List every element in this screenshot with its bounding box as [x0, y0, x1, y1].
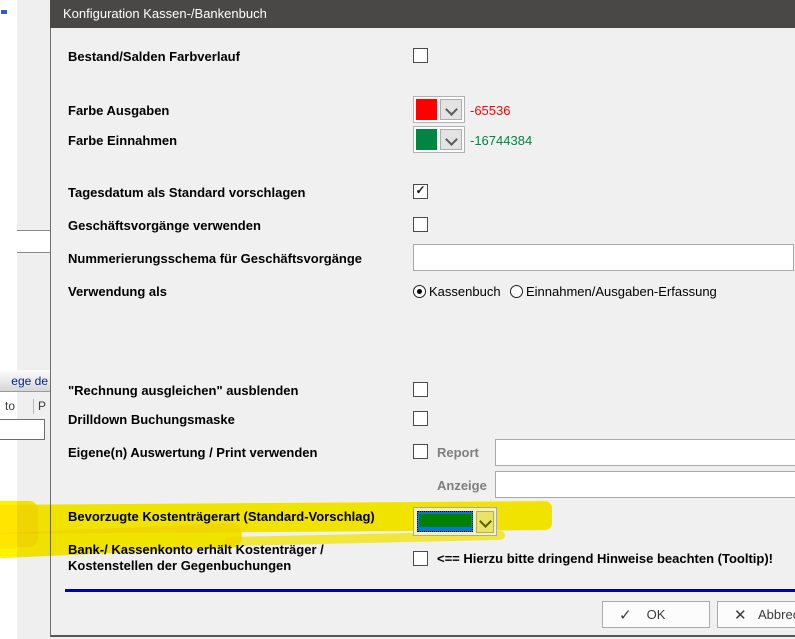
hint-tooltip-text: <== Hierzu bitte dringend Hinweise beach… [437, 551, 773, 566]
label-bevorzugte-kostentraegerart: Bevorzugte Kostenträgerart (Standard-Vor… [68, 509, 375, 524]
checkbox-rechnung-ausgleichen[interactable] [413, 382, 428, 397]
value-farbe-einnahmen: -16744384 [470, 133, 532, 148]
radio-label-einnahmen-ausgaben[interactable]: Einnahmen/Ausgaben-Erfassung [526, 284, 717, 299]
dialog-titlebar[interactable]: Konfiguration Kassen-/Bankenbuch [50, 0, 795, 28]
radio-label-kassenbuch[interactable]: Kassenbuch [429, 284, 501, 299]
label-farbe-ausgaben: Farbe Ausgaben [68, 103, 169, 118]
background-left-panel [0, 0, 17, 639]
color-picker-einnahmen[interactable] [413, 126, 465, 153]
column-separator [33, 399, 34, 414]
radio-einnahmen-ausgaben[interactable] [510, 285, 523, 298]
label-line1: Bank-/ Kassenkonto erhält Kostenträger / [68, 542, 324, 557]
label-verwendung-als: Verwendung als [68, 284, 167, 299]
label-farbe-einnahmen: Farbe Einnahmen [68, 133, 177, 148]
close-icon: ✕ [734, 606, 747, 624]
background-column-header: to P [0, 398, 50, 415]
color-swatch-green [419, 514, 471, 527]
checkbox-eigene-auswertung[interactable] [413, 444, 428, 459]
label-rechnung-ausgleichen: "Rechnung ausgleichen" ausblenden [68, 383, 298, 398]
background-row [0, 231, 50, 252]
radio-kassenbuch[interactable] [413, 285, 426, 298]
kostentraegerart-combobox[interactable] [413, 507, 497, 536]
cancel-button-label: Abbrechen [758, 607, 795, 622]
column-header-text: to [5, 398, 15, 415]
label-geschaeftsvorgaenge: Geschäftsvorgänge verwenden [68, 218, 261, 233]
chevron-down-icon [445, 133, 458, 146]
selected-color-item [417, 511, 473, 532]
dropdown-button[interactable] [476, 511, 494, 533]
label-eigene-auswertung: Eigene(n) Auswertung / Print verwenden [68, 445, 317, 460]
label-anzeige: Anzeige [437, 478, 487, 493]
report-input[interactable] [495, 439, 795, 466]
label-report: Report [437, 445, 479, 460]
color-picker-ausgaben[interactable] [413, 96, 465, 123]
screenshot-canvas: ege de to P Konfiguration Kassen-/Banken… [0, 0, 795, 639]
anzeige-input[interactable] [495, 471, 795, 498]
background-tab[interactable]: ege de [0, 370, 50, 392]
chevron-down-icon [445, 103, 458, 116]
color-swatch-red [416, 99, 437, 120]
checkmark-icon: ✓ [415, 183, 425, 197]
checkbox-drilldown[interactable] [413, 411, 428, 426]
color-swatch-green [416, 129, 437, 150]
checkbox-geschaeftsvorgaenge[interactable] [413, 217, 428, 232]
label-bestand-salden: Bestand/Salden Farbverlauf [68, 49, 240, 64]
dropdown-button[interactable] [440, 129, 462, 150]
dropdown-button[interactable] [440, 99, 462, 120]
background-grid-cell [0, 419, 45, 440]
background-divider [17, 252, 50, 253]
blue-divider [65, 589, 795, 592]
cancel-button[interactable]: ✕ Abbrechen [717, 601, 795, 628]
value-farbe-ausgaben: -65536 [470, 103, 510, 118]
label-line2: Kostenstellen der Gegenbuchungen [68, 558, 291, 573]
checkbox-bestand-salden[interactable] [413, 48, 428, 63]
label-drilldown: Drilldown Buchungsmaske [68, 412, 235, 427]
label-tagesdatum: Tagesdatum als Standard vorschlagen [68, 185, 305, 200]
label-bank-kassenkonto: Bank-/ Kassenkonto erhält Kostenträger /… [68, 542, 324, 574]
checkbox-tagesdatum[interactable]: ✓ [413, 184, 428, 199]
column-header-text: P [38, 398, 46, 415]
label-nummerierungsschema: Nummerierungsschema für Geschäftsvorgäng… [68, 251, 362, 266]
checkbox-bank-kassenkonto[interactable] [413, 551, 428, 566]
ok-button-label: OK [603, 607, 709, 622]
radio-dot [417, 289, 422, 294]
ok-button[interactable]: ✓ OK [602, 601, 710, 628]
background-window-strip [17, 0, 50, 639]
background-blue-mark [1, 10, 7, 14]
nummerierungsschema-input[interactable] [413, 244, 794, 271]
chevron-down-icon [479, 515, 492, 528]
